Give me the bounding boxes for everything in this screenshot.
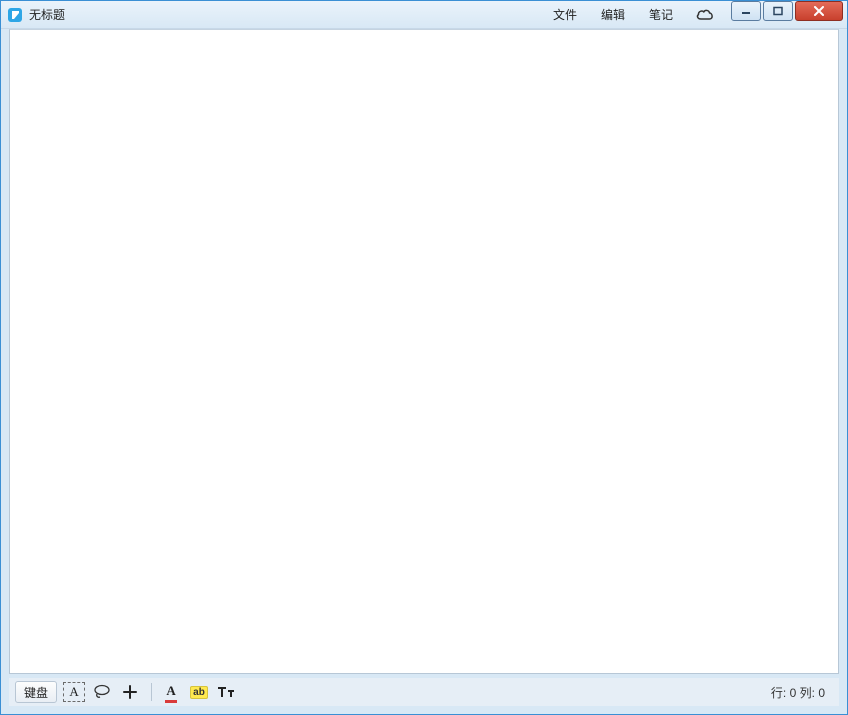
menu-edit[interactable]: 编辑 [589, 1, 637, 28]
app-icon [7, 7, 23, 23]
lasso-button[interactable] [89, 681, 115, 703]
plus-icon [123, 685, 137, 699]
highlight-icon: ab [190, 686, 208, 699]
minimize-button[interactable] [731, 1, 761, 21]
font-color-button[interactable]: A [158, 681, 184, 703]
add-button[interactable] [117, 681, 143, 703]
keyboard-button[interactable]: 键盘 [15, 681, 57, 703]
close-button[interactable] [795, 1, 843, 21]
text-size-button[interactable] [214, 681, 240, 703]
maximize-icon [773, 6, 783, 16]
cloud-button[interactable] [685, 1, 725, 28]
minimize-icon [741, 6, 751, 16]
title-bar: 无标题 文件 编辑 笔记 [1, 1, 847, 29]
maximize-button[interactable] [763, 1, 793, 21]
lasso-icon [93, 684, 111, 700]
menu-file-label: 文件 [553, 6, 577, 23]
status-col-label: 列: [800, 686, 815, 700]
window-controls [731, 1, 843, 28]
toolbar-separator [151, 683, 152, 701]
menu-edit-label: 编辑 [601, 6, 625, 23]
status-row-value: 0 [790, 686, 797, 700]
textbox-icon: A [63, 682, 85, 702]
bottom-toolbar: 键盘 A A ab 行: [9, 678, 839, 706]
menu-note[interactable]: 笔记 [637, 1, 685, 28]
keyboard-button-label: 键盘 [24, 684, 48, 701]
status-row-label: 行: [771, 686, 786, 700]
menu-file[interactable]: 文件 [541, 1, 589, 28]
font-color-icon: A [166, 683, 175, 702]
main-menu: 文件 编辑 笔记 [541, 1, 725, 28]
status-cursor-position: 行: 0 列: 0 [771, 684, 833, 701]
menu-note-label: 笔记 [649, 6, 673, 23]
highlight-button[interactable]: ab [186, 681, 212, 703]
close-icon [813, 6, 825, 16]
editor-area[interactable] [9, 29, 839, 674]
text-size-icon [217, 685, 237, 699]
status-col-value: 0 [818, 686, 825, 700]
window-title: 无标题 [29, 6, 65, 23]
textbox-button[interactable]: A [61, 681, 87, 703]
cloud-icon [695, 8, 715, 22]
